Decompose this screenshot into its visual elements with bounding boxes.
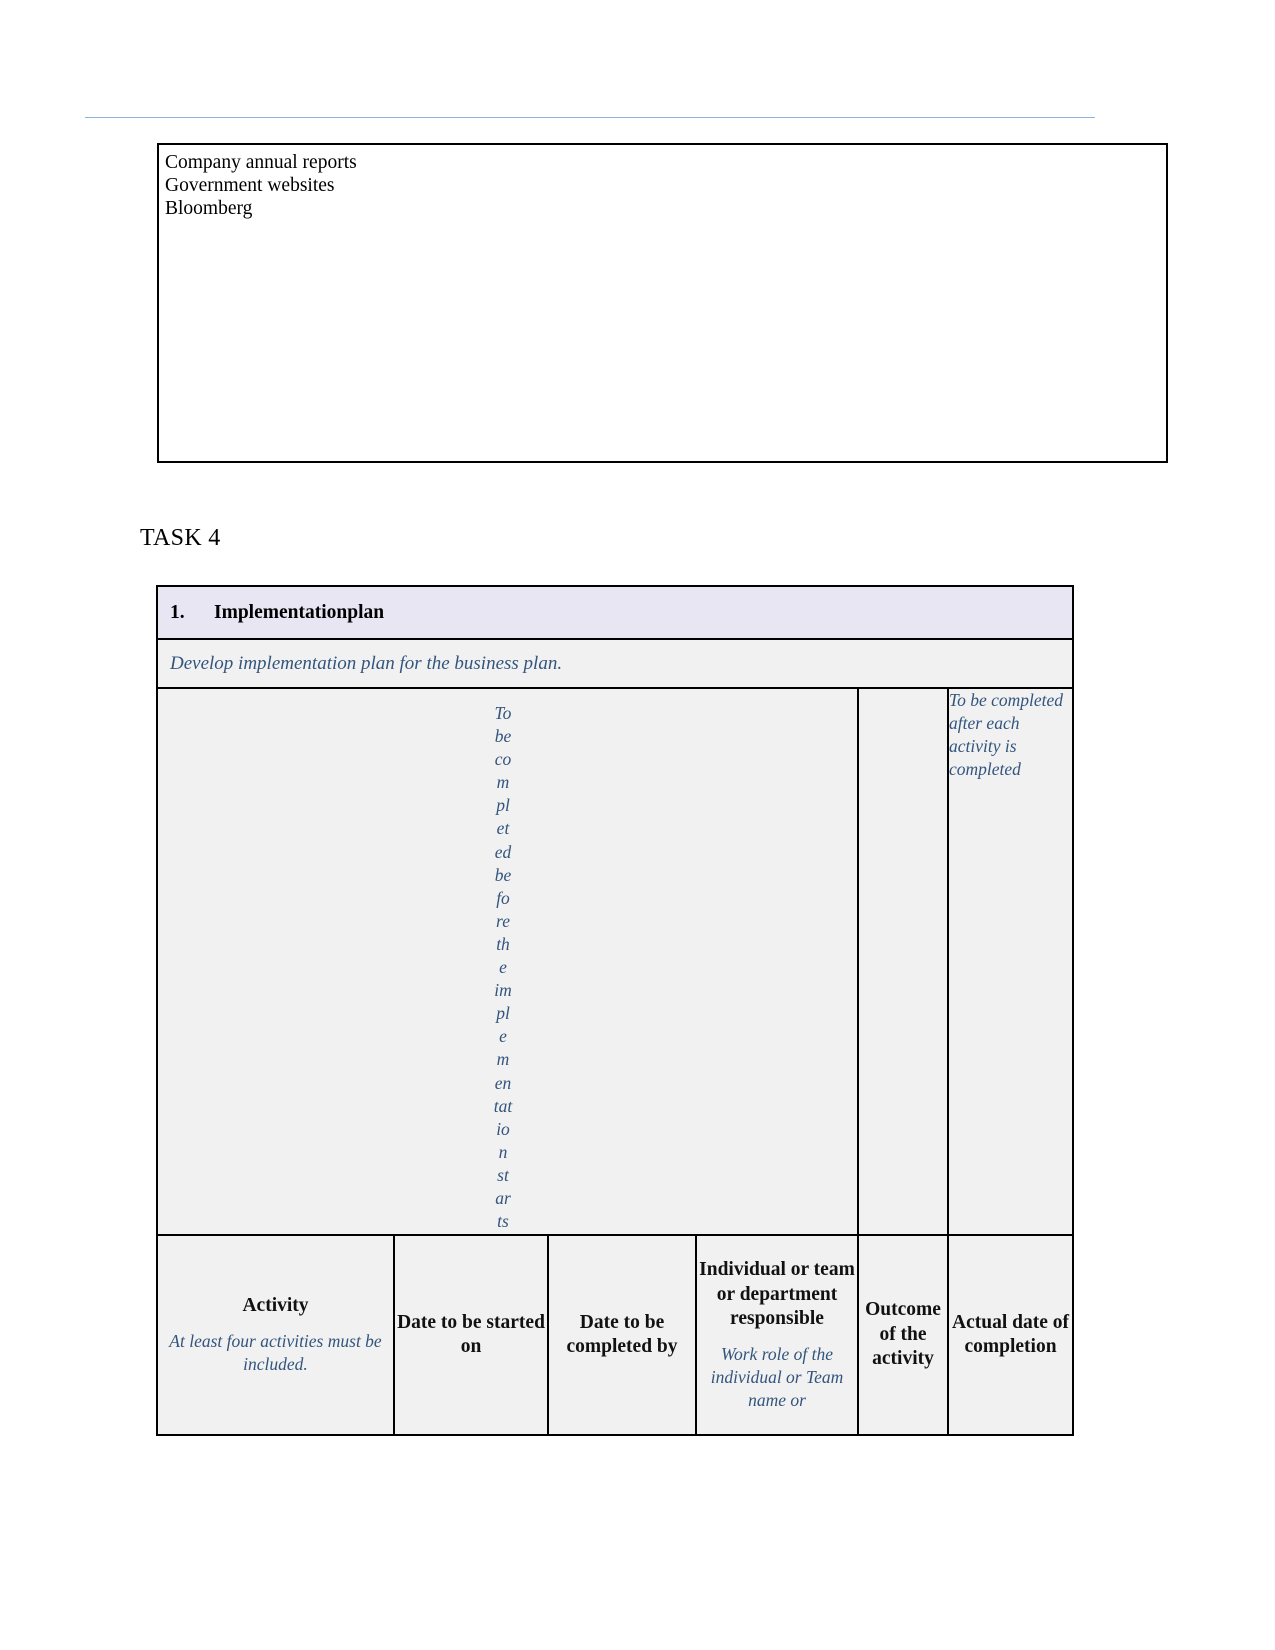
document-page: Company annual reports Government websit… xyxy=(0,0,1275,1650)
band-right-cell: To be completed after each activity is c… xyxy=(946,687,1075,1236)
band-right-note: To be completed after each activity is c… xyxy=(949,690,1064,780)
narrow-instruction-fragment: e xyxy=(499,957,507,978)
narrow-instruction-fragment: fo xyxy=(496,887,510,908)
task-heading: TASK 4 xyxy=(140,525,221,551)
narrow-instruction-fragment: be xyxy=(494,726,512,747)
table-band-row: To be co m pl et ed be fo re th e im pl e m en tat io n st ar… xyxy=(156,687,1075,1236)
column-header-responsible-label: Individual or team or department respons… xyxy=(699,1259,855,1330)
column-header-responsible-sub: Work role of the individual or Team name… xyxy=(710,1343,844,1410)
narrow-instruction-fragment: io xyxy=(496,1118,510,1139)
column-header-outcome: Outcome of the activity xyxy=(857,1234,949,1436)
column-header-date-completed-label: Date to be completed by xyxy=(566,1311,678,1358)
narrow-instruction-fragment: en xyxy=(494,1072,512,1093)
page-header-rule xyxy=(85,117,1095,118)
narrow-instruction-fragment: e xyxy=(499,1026,507,1047)
narrow-instruction-fragment: tat xyxy=(493,1095,513,1116)
narrow-instruction-fragment: m xyxy=(496,772,510,793)
narrow-instruction-fragment: et xyxy=(496,818,510,839)
table-title-cell: 1. Implementationplan xyxy=(155,585,1075,640)
narrow-instruction-fragment: m xyxy=(496,1049,510,1070)
column-header-activity-label: Activity xyxy=(242,1295,309,1317)
column-header-activity-sub: At least four activities must be include… xyxy=(169,1330,382,1374)
column-header-actual-date: Actual date of completion xyxy=(946,1234,1075,1436)
band-left-cell: To be co m pl et ed be fo re th e im pl e m en tat io n st ar… xyxy=(156,687,859,1236)
narrow-instruction-fragment: ed xyxy=(494,841,512,862)
band-spacer-cell xyxy=(857,687,949,1236)
column-header-outcome-label: Outcome of the activity xyxy=(865,1299,941,1370)
narrow-instruction-fragment: ar xyxy=(495,1187,511,1208)
sources-text-box[interactable]: Company annual reports Government websit… xyxy=(157,143,1168,463)
source-line-3: Bloomberg xyxy=(165,198,253,219)
narrow-instruction-fragment: re xyxy=(496,910,510,931)
narrow-wrapped-instruction: To be co m pl et ed be fo re th e im pl e m en tat io n st ar… xyxy=(486,689,520,1233)
narrow-instruction-fragment: n xyxy=(498,1141,508,1162)
source-line-2: Government websites xyxy=(165,175,335,196)
column-header-date-started-label: Date to be started on xyxy=(397,1311,545,1358)
table-instruction-row: Develop implementation plan for the busi… xyxy=(155,638,1075,689)
table-title-row: 1. Implementationplan xyxy=(155,585,1075,640)
column-header-responsible: Individual or team or department respons… xyxy=(695,1234,859,1436)
table-instruction-text: Develop implementation plan for the busi… xyxy=(170,652,563,674)
table-title-text: Implementationplan xyxy=(214,601,385,623)
table-instruction-cell: Develop implementation plan for the busi… xyxy=(155,638,1075,689)
narrow-instruction-fragment: im xyxy=(494,980,512,1001)
narrow-instruction-fragment: co xyxy=(494,749,512,770)
implementation-plan-table: 1. Implementationplan Develop implementa… xyxy=(155,585,1075,1436)
narrow-instruction-fragment: pl xyxy=(496,1003,510,1024)
narrow-instruction-fragment: th xyxy=(496,933,510,954)
table-title-number: 1. xyxy=(170,601,185,623)
narrow-instruction-fragment: ts xyxy=(497,1211,509,1232)
table-column-header-row: Activity At least four activities must b… xyxy=(156,1234,1075,1436)
column-header-date-started: Date to be started on xyxy=(393,1234,549,1436)
narrow-instruction-fragment: pl xyxy=(496,795,510,816)
column-header-date-completed: Date to be completed by xyxy=(547,1234,697,1436)
column-header-actual-date-label: Actual date of completion xyxy=(952,1311,1069,1358)
source-line-1: Company annual reports xyxy=(165,152,357,173)
column-header-activity: Activity At least four activities must b… xyxy=(156,1234,395,1436)
narrow-instruction-fragment: be xyxy=(494,864,512,885)
narrow-instruction-fragment: st xyxy=(497,1164,509,1185)
narrow-instruction-fragment: To xyxy=(494,703,512,723)
